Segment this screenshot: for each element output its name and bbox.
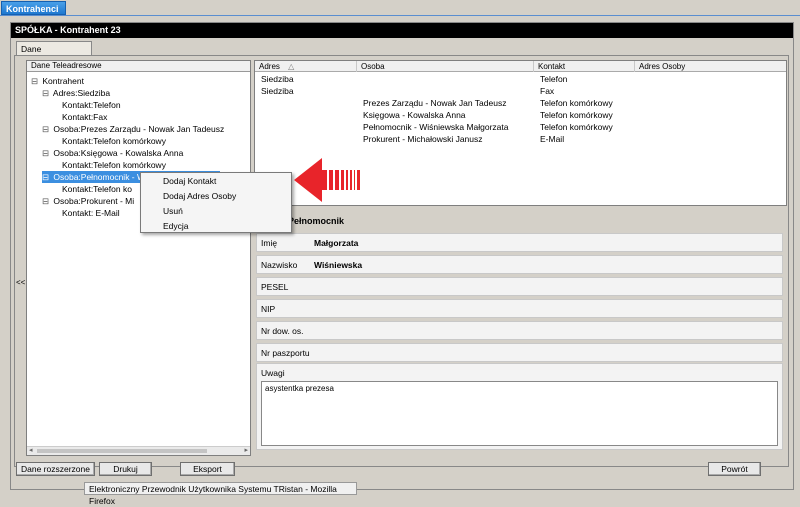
scrollbar-thumb[interactable] xyxy=(37,449,207,453)
field-value[interactable]: Wiśniewska xyxy=(314,256,362,274)
menu-item-delete[interactable]: Usuń xyxy=(163,204,183,218)
column-header-osoba[interactable]: Osoba xyxy=(357,61,534,72)
notes-textarea[interactable]: asystentka prezesa xyxy=(261,381,778,446)
contractor-window: SPÓŁKA - Kontrahent 23 Dane teleadresowe… xyxy=(10,22,794,490)
window-tooltip: Elektroniczny Przewodnik Użytkownika Sys… xyxy=(84,482,357,506)
collapse-icon[interactable]: ⊟ xyxy=(42,195,51,207)
column-header-kontakt[interactable]: Kontakt xyxy=(534,61,635,72)
tree-node-label: Osoba:Księgowa - Kowalska Anna xyxy=(53,148,184,158)
table-cell[interactable]: E-Mail xyxy=(536,133,564,145)
field-label: Uwagi xyxy=(261,368,285,378)
main-panel: << Dane Teleadresowe ⊟ Kontrahent ⊟ Adre… xyxy=(14,55,789,467)
detail-title: Pełnomocnik xyxy=(254,211,787,231)
table-cell[interactable]: Pełnomocnik - Wiśniewska Małgorzata xyxy=(359,121,509,133)
tree-node-kontrahent[interactable]: ⊟ Kontrahent xyxy=(31,75,84,87)
field-nr-paszportu[interactable]: Nr paszportu xyxy=(256,343,783,362)
tree-node-osoba-ksiegowa[interactable]: ⊟ Osoba:Księgowa - Kowalska Anna xyxy=(42,147,183,159)
tree-node-kontakt-telefon-komorkowy[interactable]: Kontakt:Telefon ko xyxy=(62,183,132,195)
collapse-icon[interactable]: ⊟ xyxy=(42,147,51,159)
tree-node-kontakt-fax[interactable]: Kontakt:Fax xyxy=(62,111,107,123)
tree-header: Dane Teleadresowe xyxy=(27,61,250,72)
collapse-icon[interactable]: ⊟ xyxy=(42,87,51,99)
detail-title-text: Pełnomocnik xyxy=(288,216,345,226)
field-nip[interactable]: NIP xyxy=(256,299,783,318)
tree-node-label: Kontakt:Telefon komórkowy xyxy=(62,160,166,170)
collapse-panel-button[interactable]: << xyxy=(16,278,25,287)
back-button[interactable]: Powrót xyxy=(708,462,761,476)
tree-node-label: Osoba:Pełnomocnik - W xyxy=(53,172,146,182)
tree-node-label: Kontrahent xyxy=(42,76,84,86)
field-label: PESEL xyxy=(261,282,289,292)
field-uwagi: Uwagi asystentka prezesa xyxy=(256,363,783,450)
tree-node-kontakt-email[interactable]: Kontakt: E-Mail xyxy=(62,207,120,219)
grid-header: Adres △ Osoba Kontakt Adres Osoby xyxy=(255,61,786,72)
menu-item-add-person-address[interactable]: Dodaj Adres Osoby xyxy=(163,189,236,203)
table-cell[interactable]: Telefon komórkowy xyxy=(536,97,613,109)
tree-node-label: Kontakt:Telefon xyxy=(62,100,121,110)
sort-ascending-icon: △ xyxy=(288,62,295,71)
scroll-right-icon[interactable]: ▸ xyxy=(244,446,248,454)
tree-node-label: Osoba:Prezes Zarządu - Nowak Jan Tadeusz xyxy=(53,124,225,134)
tree-node-label: Kontakt: E-Mail xyxy=(62,208,120,218)
tree-node-osoba-prezes[interactable]: ⊟ Osoba:Prezes Zarządu - Nowak Jan Tadeu… xyxy=(42,123,224,135)
field-imie[interactable]: Imię Małgorzata xyxy=(256,233,783,252)
extended-data-button[interactable]: Dane rozszerzone xyxy=(16,462,95,476)
tree-node-kontakt-telefon[interactable]: Kontakt:Telefon xyxy=(62,99,121,111)
field-label: Nr dow. os. xyxy=(261,326,304,336)
table-cell[interactable]: Fax xyxy=(536,85,554,97)
field-label: Nazwisko xyxy=(261,260,298,270)
menu-item-add-contact[interactable]: Dodaj Kontakt xyxy=(163,174,216,188)
field-value[interactable]: Małgorzata xyxy=(314,234,358,252)
red-arrow-annotation-icon xyxy=(294,158,360,202)
field-label: Imię xyxy=(261,238,278,248)
collapse-icon[interactable]: ⊟ xyxy=(31,75,40,87)
table-cell[interactable]: Prokurent - Michałowski Janusz xyxy=(359,133,483,145)
address-tree: Dane Teleadresowe ⊟ Kontrahent ⊟ Adres:S… xyxy=(26,60,251,456)
table-cell[interactable]: Telefon komórkowy xyxy=(536,121,613,133)
field-label: NIP xyxy=(261,304,276,314)
tree-node-label: Osoba:Prokurent - Mi xyxy=(53,196,135,206)
column-header-adres[interactable]: Adres △ xyxy=(255,61,357,72)
scroll-left-icon[interactable]: ◂ xyxy=(29,446,33,454)
tree-node-label: Kontakt:Telefon komórkowy xyxy=(62,136,166,146)
table-cell[interactable]: Prezes Zarządu - Nowak Jan Tadeusz xyxy=(359,97,506,109)
table-cell[interactable]: Siedziba xyxy=(257,85,294,97)
detail-panel: Pełnomocnik Imię Małgorzata Nazwisko Wiś… xyxy=(254,211,787,456)
window-title: SPÓŁKA - Kontrahent 23 xyxy=(11,23,793,38)
context-menu: Dodaj Kontakt Dodaj Adres Osoby Usuń Edy… xyxy=(140,172,292,233)
field-pesel[interactable]: PESEL xyxy=(256,277,783,296)
tree-node-label: Kontakt:Fax xyxy=(62,112,108,122)
table-cell[interactable]: Siedziba xyxy=(257,73,294,85)
field-label: Nr paszportu xyxy=(261,348,310,358)
collapse-icon[interactable]: ⊟ xyxy=(42,171,51,183)
tree-node-kontakt-telefon-komorkowy[interactable]: Kontakt:Telefon komórkowy xyxy=(62,159,166,171)
tab-dane-teleadresowe[interactable]: Dane teleadresowe xyxy=(16,41,92,68)
column-header-adres-osoby[interactable]: Adres Osoby xyxy=(635,61,787,72)
table-cell[interactable]: Telefon xyxy=(536,73,567,85)
collapse-icon[interactable]: ⊟ xyxy=(42,123,51,135)
top-divider xyxy=(0,15,800,16)
table-cell[interactable]: Telefon komórkowy xyxy=(536,109,613,121)
field-nr-dow-os[interactable]: Nr dow. os. xyxy=(256,321,783,340)
print-button[interactable]: Drukuj xyxy=(99,462,152,476)
tree-node-kontakt-telefon-komorkowy[interactable]: Kontakt:Telefon komórkowy xyxy=(62,135,166,147)
field-nazwisko[interactable]: Nazwisko Wiśniewska xyxy=(256,255,783,274)
menu-item-edit[interactable]: Edycja xyxy=(163,219,189,233)
tree-node-adres-siedziba[interactable]: ⊟ Adres:Siedziba xyxy=(42,87,110,99)
column-label: Adres xyxy=(259,62,280,71)
export-button[interactable]: Eksport xyxy=(180,462,235,476)
tree-horizontal-scrollbar[interactable]: ◂ ▸ xyxy=(27,446,250,455)
table-cell[interactable]: Księgowa - Kowalska Anna xyxy=(359,109,466,121)
tab-kontrahenci[interactable]: Kontrahenci xyxy=(1,1,66,15)
tree-node-label: Kontakt:Telefon ko xyxy=(62,184,132,194)
tree-node-osoba-prokurent[interactable]: ⊟ Osoba:Prokurent - Mi xyxy=(42,195,134,207)
tree-node-label: Adres:Siedziba xyxy=(52,88,111,98)
